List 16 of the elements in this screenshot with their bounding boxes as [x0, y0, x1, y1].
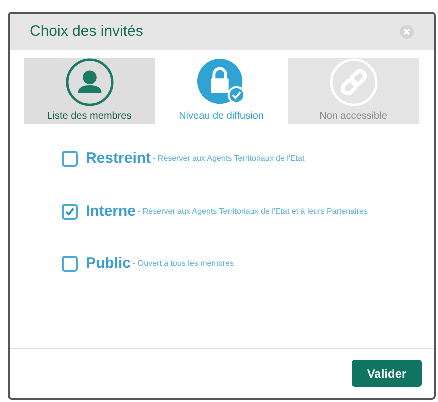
option-title: Restreint — [86, 149, 152, 169]
checkbox[interactable] — [62, 256, 78, 272]
option-description: - Réserver aux Agents Territoriaux de l'Etat et à leurs Partenaires — [138, 206, 368, 218]
close-icon[interactable] — [400, 25, 414, 39]
checkmark-icon — [65, 206, 75, 217]
checkbox[interactable] — [62, 151, 78, 168]
option-title: Interne — [86, 202, 136, 222]
option-title: Public — [86, 254, 132, 274]
person-icon — [64, 58, 114, 107]
validate-button[interactable]: Valider — [352, 360, 422, 387]
dialog-title: Choix des invités — [30, 22, 144, 42]
checkbox[interactable] — [62, 204, 78, 220]
option-description: - Ouvert à tous les membres — [133, 258, 234, 270]
link-icon — [328, 58, 378, 107]
option-description: - Réserver aux Agents Territoriaux de l'Etat — [153, 153, 305, 166]
tab[interactable]: Liste des membres — [24, 58, 155, 124]
